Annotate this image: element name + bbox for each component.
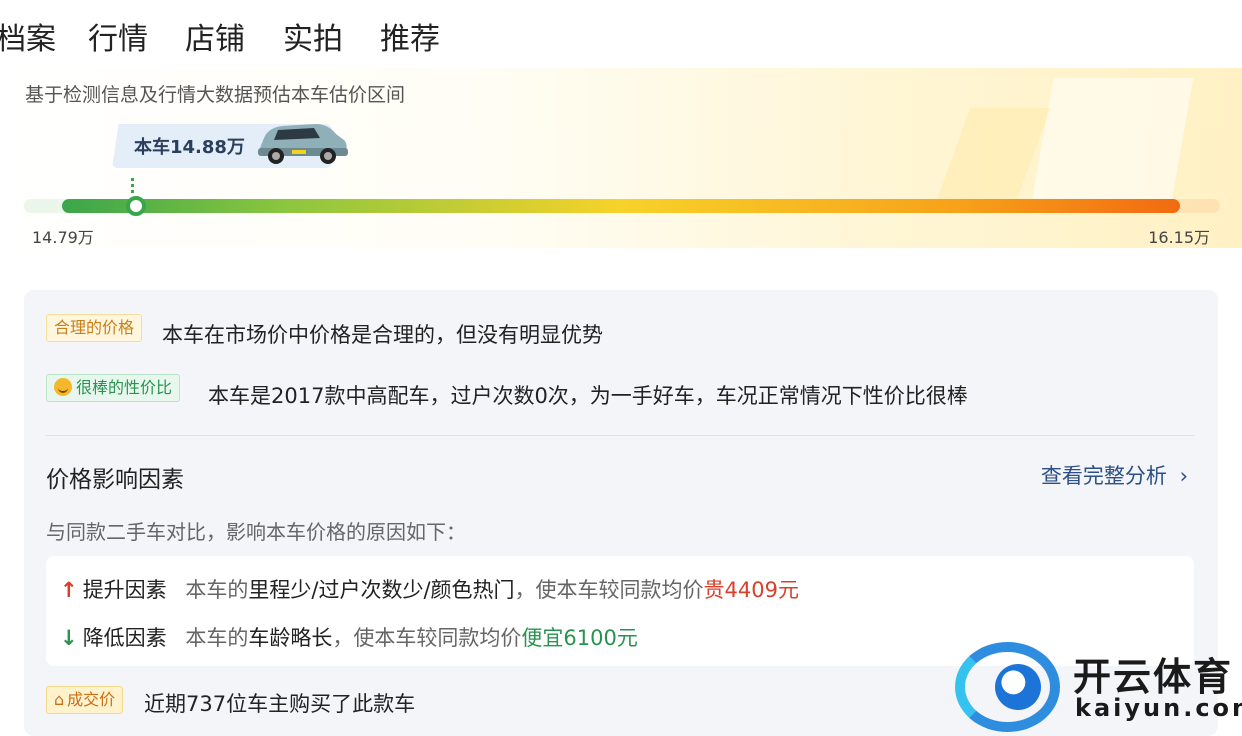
marker-pin (131, 178, 134, 196)
arrow-down-icon: ↓ (60, 626, 78, 650)
value-badge-label: 很棒的性价比 (76, 378, 173, 397)
raise-factor-result: 贵4409元 (703, 578, 799, 602)
current-price-marker (125, 196, 146, 216)
soccer-ball-icon (995, 664, 1041, 710)
tab-photos[interactable]: 实拍 (283, 14, 343, 58)
watermark-logo: 开云体育 kaiyun.com (955, 638, 1242, 736)
deal-text: 近期737位车主购买了此款车 (144, 692, 416, 716)
raise-factor-items: 里程少/过户次数少/颜色热门 (248, 578, 515, 602)
min-price-label: 14.79万 (32, 228, 94, 247)
current-price-label: 本车14.88万 (134, 137, 245, 158)
lower-factor-middle: ，使本车较同款均价 (332, 626, 522, 650)
lower-factor-result: 便宜6100元 (521, 626, 638, 650)
watermark-cn: 开云体育 (1073, 655, 1234, 699)
raise-factor-prefix: 本车的 (185, 578, 249, 602)
car-image (258, 124, 348, 164)
tab-dealer[interactable]: 店铺 (185, 14, 245, 58)
hero-decoration (1030, 78, 1194, 208)
lower-factor-items: 车龄略长 (248, 626, 333, 650)
price-range-bar (62, 199, 1180, 213)
divider (46, 435, 1194, 436)
view-full-analysis-label: 查看完整分析 (1040, 464, 1167, 488)
raise-factor-middle: ，使本车较同款均价 (514, 578, 704, 602)
lower-factor-row: ↓ 降低因素 本车的车龄略长，使本车较同款均价便宜6100元 (60, 622, 638, 652)
tab-market[interactable]: 行情 (88, 14, 148, 58)
estimate-subtitle: 基于检测信息及行情大数据预估本车估价区间 (25, 84, 406, 106)
value-assessment-text: 本车是2017款中高配车，过户次数0次，为一手好车，车况正常情况下性价比很棒 (208, 384, 968, 408)
reasonable-price-badge: 合理的价格 (46, 314, 143, 342)
max-price-label: 16.15万 (1148, 228, 1210, 247)
arrow-up-icon: ↑ (60, 578, 78, 602)
price-assessment-text: 本车在市场价中价格是合理的，但没有明显优势 (162, 323, 603, 347)
view-full-analysis-link[interactable]: 查看完整分析 › (1041, 460, 1188, 490)
raise-factor-label: 提升因素 (82, 578, 167, 602)
value-badge: 很棒的性价比 (46, 374, 181, 402)
lower-factor-prefix: 本车的 (185, 626, 249, 650)
smile-icon (54, 378, 72, 396)
section-title: 价格影响因素 (46, 467, 184, 493)
tag-icon: ⌂ (54, 690, 65, 709)
deal-price-badge: ⌂ 成交价 (46, 686, 124, 714)
raise-factor-row: ↑ 提升因素 本车的里程少/过户次数少/颜色热门，使本车较同款均价贵4409元 (60, 574, 799, 604)
tab-archive[interactable]: 档案 (0, 14, 56, 58)
watermark-en: kaiyun.com (1075, 694, 1242, 722)
deal-badge-label: 成交价 (67, 690, 116, 709)
tab-recommend[interactable]: 推荐 (380, 14, 440, 58)
lower-factor-label: 降低因素 (82, 626, 167, 650)
chevron-right-icon: › (1179, 464, 1188, 488)
factors-intro: 与同款二手车对比，影响本车价格的原因如下： (46, 520, 466, 544)
tab-bar: 档案 行情 店铺 实拍 推荐 (0, 0, 1242, 60)
